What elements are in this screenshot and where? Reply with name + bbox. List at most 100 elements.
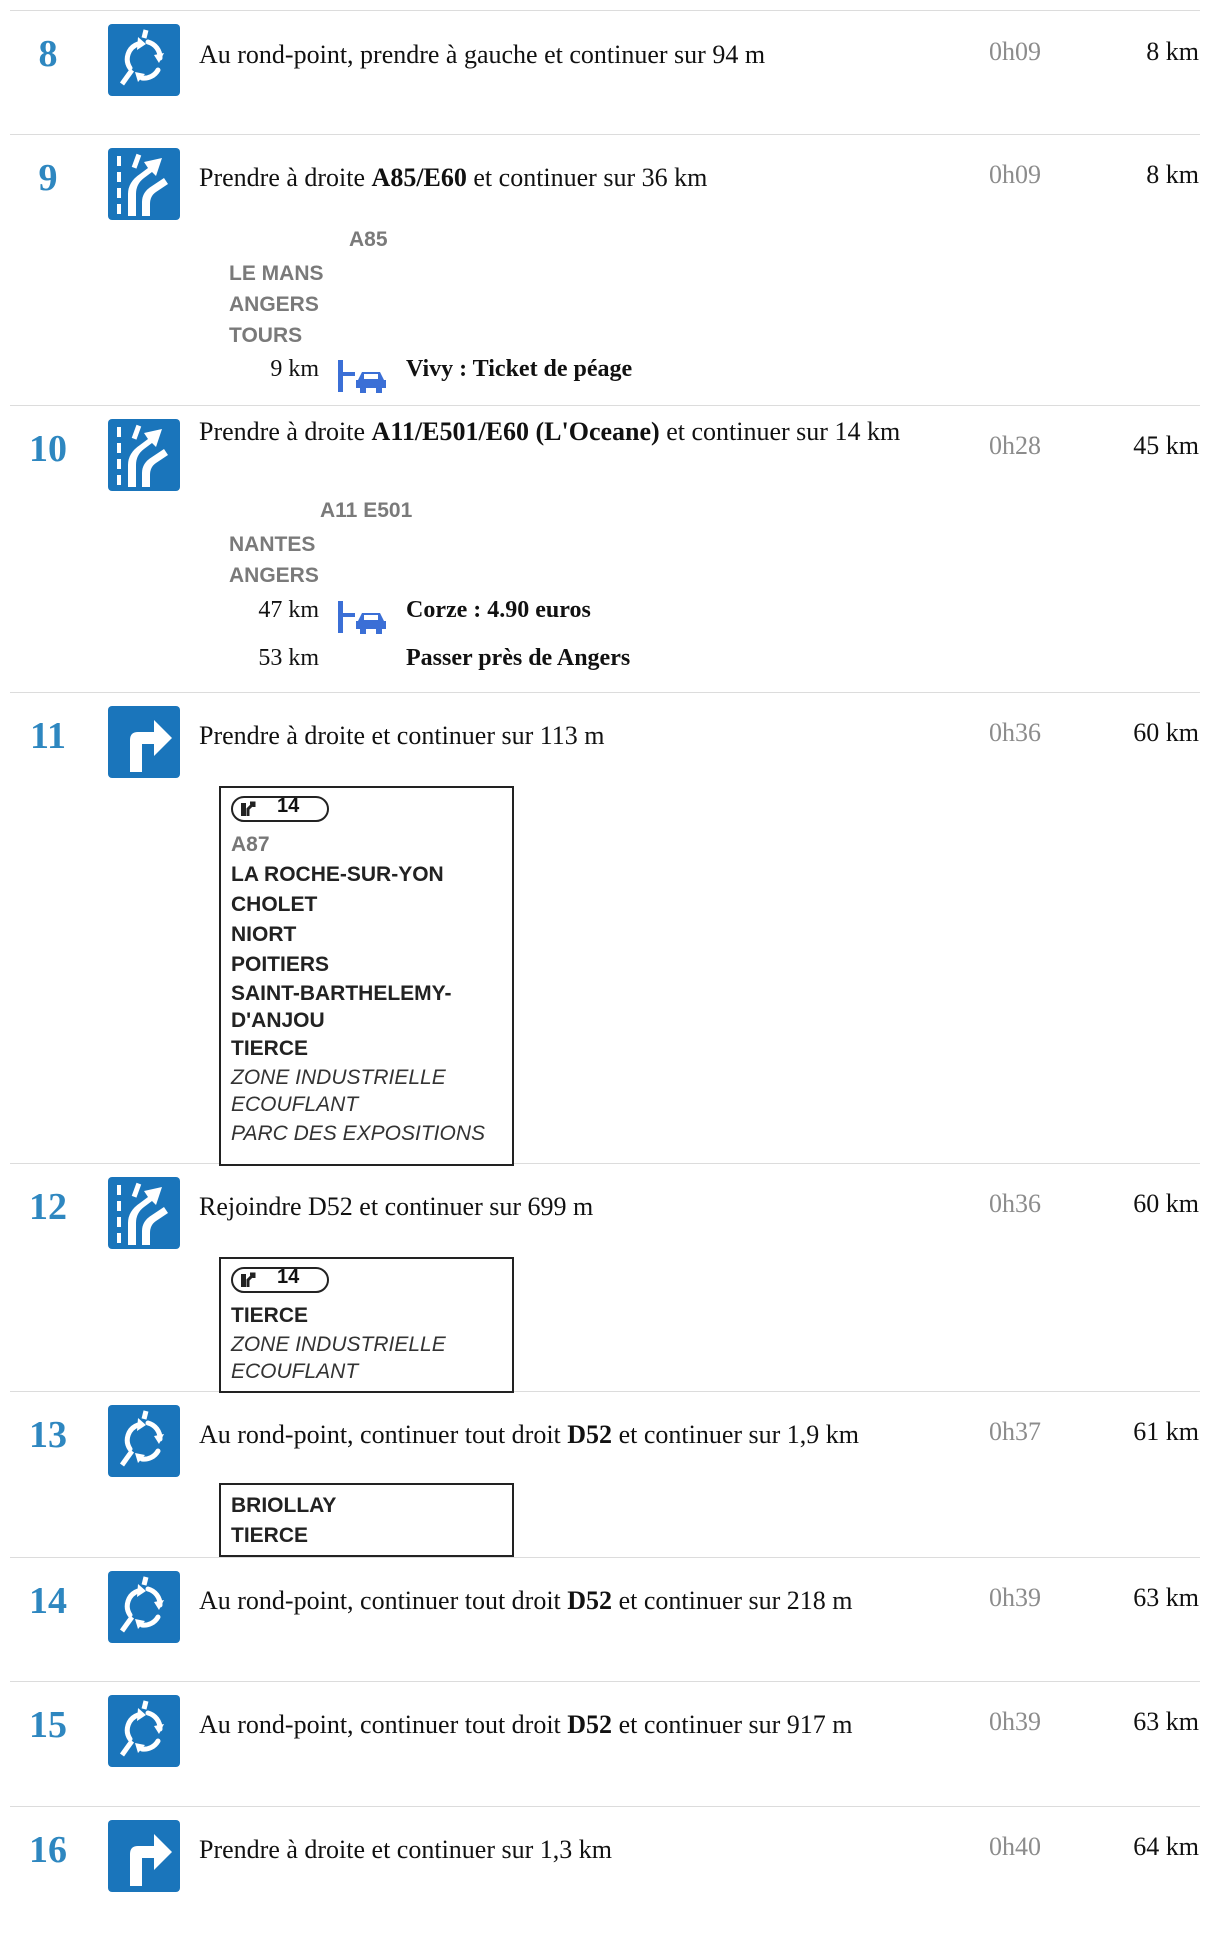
roundabout-icon xyxy=(108,1695,180,1767)
instruction-text: et continuer sur 917 m xyxy=(612,1710,853,1739)
sign-destination: LE MANS xyxy=(229,262,324,285)
sign-destination: POITIERS xyxy=(231,953,330,976)
instruction-text: Prendre à droite xyxy=(199,417,372,446)
sign-destination: ANGERS xyxy=(229,564,319,587)
direction-sign-panel: 14 A87 LA ROCHE-SUR-YON CHOLET NIORT POI… xyxy=(219,786,514,1166)
exit-badge: 14 xyxy=(231,795,329,822)
merge-right-icon xyxy=(108,1177,180,1249)
toll-label: Vivy : Ticket de péage xyxy=(406,356,633,382)
step-instruction: Au rond-point, continuer tout droit D52 … xyxy=(199,1707,949,1743)
step-time: 0h36 xyxy=(989,718,1041,747)
row-divider xyxy=(10,405,1200,406)
instruction-text: Au rond-point, continuer tout droit xyxy=(199,1710,568,1739)
sign-destination: CHOLET xyxy=(231,893,318,916)
step-instruction: Au rond-point, continuer tout droit D52 … xyxy=(199,1417,959,1453)
step-instruction: Prendre à droite et continuer sur 1,3 km xyxy=(199,1832,949,1868)
step-instruction: Au rond-point, prendre à gauche et conti… xyxy=(199,37,949,73)
sign-destination: TIERCE xyxy=(231,1037,309,1060)
direction-sign-panel: 14 TIERCE ZONE INDUSTRIELLE ECOUFLANT xyxy=(219,1257,514,1393)
step-time: 0h09 xyxy=(989,37,1041,66)
instruction-text: Au rond-point, continuer tout droit xyxy=(199,1586,568,1615)
row-divider xyxy=(10,134,1200,135)
exit-icon xyxy=(241,1272,256,1287)
step-distance: 60 km xyxy=(1133,718,1199,747)
step-instruction: Prendre à droite et continuer sur 113 m xyxy=(199,718,949,754)
step-time: 0h37 xyxy=(989,1417,1041,1446)
waypoint-label: Passer près de Angers xyxy=(406,645,631,671)
step-number: 10 xyxy=(29,428,67,470)
instruction-text: Au rond-point, continuer tout droit xyxy=(199,1420,568,1449)
row-divider xyxy=(10,1163,1200,1164)
instruction-text: Prendre à droite xyxy=(199,163,372,192)
step-time: 0h28 xyxy=(989,431,1041,460)
instruction-text: Rejoindre D52 et continuer sur 699 m xyxy=(199,1192,594,1221)
step-time: 0h39 xyxy=(989,1707,1041,1736)
toll-distance: 47 km xyxy=(258,597,319,623)
row-divider xyxy=(10,692,1200,693)
step-number: 8 xyxy=(38,33,58,75)
waypoint-distance: 53 km xyxy=(258,645,319,671)
step-instruction: Prendre à droite A85/E60 et continuer su… xyxy=(199,160,949,196)
road-name: D52 xyxy=(567,1420,613,1449)
row-divider xyxy=(10,1391,1200,1392)
instruction-text: Au rond-point, prendre à gauche et conti… xyxy=(199,40,766,69)
row-divider xyxy=(10,1806,1200,1807)
exit-badge: 14 xyxy=(231,1266,329,1293)
sign-destination: TOURS xyxy=(229,324,303,347)
row-divider xyxy=(10,10,1200,11)
sign-destination-local: ZONE INDUSTRIELLE ECOUFLANT xyxy=(231,1333,446,1383)
sign-destination: NIORT xyxy=(231,923,297,946)
road-name: A11/E501/E60 (L'Oceane) xyxy=(371,417,660,446)
exit-number: 14 xyxy=(277,1266,300,1288)
itinerary-list: 8 Au rond-point, prendre à gauche et con… xyxy=(0,0,1211,1935)
step-number: 11 xyxy=(30,715,66,757)
step-distance: 8 km xyxy=(1146,160,1199,189)
road-name: A85/E60 xyxy=(371,163,467,192)
merge-right-icon xyxy=(108,419,180,491)
sign-destination: TIERCE xyxy=(231,1304,309,1327)
step-distance: 60 km xyxy=(1133,1189,1199,1218)
step-number: 16 xyxy=(29,1829,67,1871)
step-time: 0h36 xyxy=(989,1189,1041,1218)
step-distance: 63 km xyxy=(1133,1583,1199,1612)
step-number: 13 xyxy=(29,1414,67,1456)
direction-sign-panel: BRIOLLAY TIERCE xyxy=(219,1483,514,1557)
instruction-text: Prendre à droite et continuer sur 113 m xyxy=(199,721,605,750)
instruction-text: et continuer sur 14 km xyxy=(659,417,901,446)
step-time: 0h09 xyxy=(989,160,1041,189)
step-instruction: Rejoindre D52 et continuer sur 699 m xyxy=(199,1189,949,1225)
instruction-text: et continuer sur 1,9 km xyxy=(612,1420,860,1449)
toll-label: Corze : 4.90 euros xyxy=(406,597,591,623)
roundabout-icon xyxy=(108,1571,180,1643)
step-number: 9 xyxy=(38,157,58,199)
road-name: D52 xyxy=(567,1710,613,1739)
row-divider xyxy=(10,1681,1200,1682)
road-sign-number: A85 xyxy=(349,228,388,251)
step-distance: 45 km xyxy=(1133,431,1199,460)
sign-destination: TIERCE xyxy=(231,1524,309,1547)
step-time: 0h40 xyxy=(989,1832,1041,1861)
step-distance: 8 km xyxy=(1146,37,1199,66)
toll-booth-icon xyxy=(336,599,388,635)
road-sign-number: A11 E501 xyxy=(320,499,413,522)
sign-destination: SAINT-BARTHELEMY-D'ANJOU xyxy=(231,982,452,1032)
exit-icon xyxy=(241,801,256,816)
sign-destination-local: ZONE INDUSTRIELLE ECOUFLANT xyxy=(231,1066,446,1116)
sign-destination: ANGERS xyxy=(229,293,319,316)
row-divider xyxy=(10,1557,1200,1558)
step-instruction: Au rond-point, continuer tout droit D52 … xyxy=(199,1583,949,1619)
sign-destination-local: PARC DES EXPOSITIONS xyxy=(231,1122,485,1145)
step-distance: 61 km xyxy=(1133,1417,1199,1446)
turn-right-icon xyxy=(108,706,180,778)
step-number: 15 xyxy=(29,1704,67,1746)
turn-right-icon xyxy=(108,1820,180,1892)
sign-destination: BRIOLLAY xyxy=(231,1494,337,1517)
roundabout-icon xyxy=(108,1405,180,1477)
toll-distance: 9 km xyxy=(270,356,319,382)
toll-booth-icon xyxy=(336,358,388,394)
step-distance: 63 km xyxy=(1133,1707,1199,1736)
sign-destination: NANTES xyxy=(229,533,316,556)
step-instruction: Prendre à droite A11/E501/E60 (L'Oceane)… xyxy=(199,414,949,450)
merge-right-icon xyxy=(108,148,180,220)
instruction-text: et continuer sur 36 km xyxy=(466,163,708,192)
